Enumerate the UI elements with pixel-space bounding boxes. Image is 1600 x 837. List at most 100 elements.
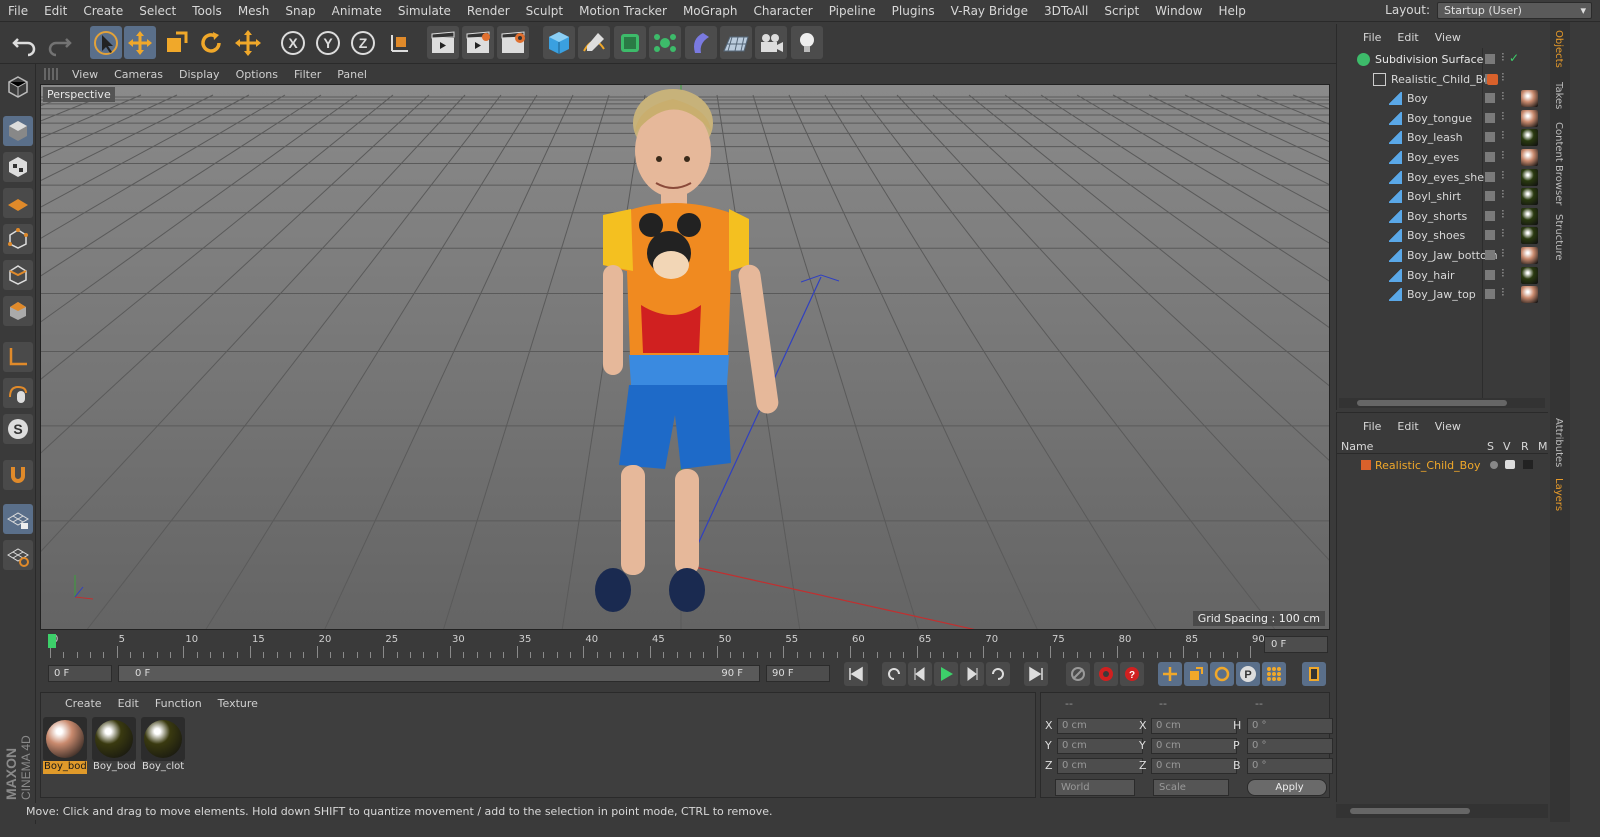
texture-mode-button[interactable] (3, 152, 33, 182)
edges-mode-button[interactable] (3, 260, 33, 290)
side-tab-objects[interactable]: Objects (1553, 30, 1564, 68)
enabled-check-icon[interactable]: ✓ (1509, 51, 1519, 65)
object-row[interactable]: Realistic_Child_Boy ⁝ (1337, 70, 1549, 89)
coord-field-position-y[interactable]: 0 cm (1057, 738, 1143, 754)
timeline-button[interactable] (1302, 662, 1326, 686)
menu-motion-tracker[interactable]: Motion Tracker (571, 0, 675, 22)
subdivision-surface-button[interactable] (614, 26, 646, 59)
material-menu-edit[interactable]: Edit (110, 697, 147, 710)
menu-mograph[interactable]: MoGraph (675, 0, 746, 22)
coord-field-size-z[interactable]: 0 cm (1151, 758, 1237, 774)
key-parameter-button[interactable]: P (1236, 662, 1260, 686)
object-row[interactable]: Boy_Jaw_top ⁝ (1337, 285, 1549, 304)
material-tag-icon[interactable] (1521, 227, 1538, 245)
autokey-button[interactable]: ? (1120, 662, 1144, 686)
visibility-toggle-icon[interactable] (1485, 269, 1495, 280)
live-selection-button[interactable] (90, 26, 122, 59)
key-pla-button[interactable] (1262, 662, 1286, 686)
object-menu-view[interactable]: View (1427, 31, 1469, 44)
points-mode-button[interactable] (3, 224, 33, 254)
next-frame-button[interactable] (960, 662, 984, 686)
viewport-menu-filter[interactable]: Filter (286, 68, 329, 81)
visibility-toggle-icon[interactable] (1485, 210, 1495, 221)
editor-render-dots-icon[interactable]: ⁝ (1501, 70, 1505, 84)
layer-render-icon[interactable] (1523, 460, 1533, 469)
viewport-menu-options[interactable]: Options (228, 68, 286, 81)
visibility-toggle-icon[interactable] (1485, 230, 1495, 241)
material-tag-icon[interactable] (1521, 286, 1538, 304)
coord-field-size-x[interactable]: 0 cm (1151, 718, 1237, 734)
object-row[interactable]: Boy_hair ⁝ (1337, 266, 1549, 285)
material-menu-texture[interactable]: Texture (210, 697, 266, 710)
layer-menu-view[interactable]: View (1427, 420, 1469, 433)
coord-field-rotation-b[interactable]: 0 ° (1247, 758, 1333, 774)
side-tab-content-browser[interactable]: Content Browser (1553, 122, 1564, 205)
editor-render-dots-icon[interactable]: ⁝ (1501, 285, 1505, 299)
camera-button[interactable] (755, 26, 787, 59)
object-row[interactable]: Boy_tongue ⁝ (1337, 109, 1549, 128)
menu-help[interactable]: Help (1210, 0, 1253, 22)
undo-button[interactable] (8, 26, 40, 59)
layer-solo-icon[interactable] (1490, 461, 1498, 469)
snap-button[interactable]: S (3, 414, 33, 444)
visibility-toggle-icon[interactable] (1485, 54, 1495, 64)
spline-pen-button[interactable] (578, 26, 610, 59)
editor-render-dots-icon[interactable]: ⁝ (1501, 207, 1505, 221)
editor-render-dots-icon[interactable]: ⁝ (1501, 50, 1505, 64)
render-picture-viewer-button[interactable] (462, 26, 494, 59)
menu-simulate[interactable]: Simulate (390, 0, 459, 22)
x-axis-lock-button[interactable]: X (277, 26, 309, 59)
editor-render-dots-icon[interactable]: ⁝ (1501, 128, 1505, 142)
visibility-toggle-icon[interactable] (1485, 112, 1495, 123)
coord-field-rotation-p[interactable]: 0 ° (1247, 738, 1333, 754)
cloner-button[interactable] (649, 26, 681, 59)
object-row[interactable]: Subdivision Surface ⁝ ✓ (1337, 50, 1549, 69)
menu-pipeline[interactable]: Pipeline (821, 0, 884, 22)
layer-menu-edit[interactable]: Edit (1389, 420, 1426, 433)
move-tool-button[interactable] (124, 26, 156, 59)
make-editable-button[interactable] (3, 72, 33, 102)
menu-snap[interactable]: Snap (277, 0, 323, 22)
redo-button[interactable] (44, 26, 76, 59)
axis-mode-button[interactable] (3, 342, 33, 372)
visibility-toggle-icon[interactable] (1485, 289, 1495, 300)
menu-create[interactable]: Create (75, 0, 131, 22)
object-row[interactable]: Boy_eyes ⁝ (1337, 148, 1549, 167)
object-row[interactable]: Boyl_shirt ⁝ (1337, 187, 1549, 206)
object-manager-scrollbar[interactable] (1339, 398, 1545, 408)
current-frame-field[interactable]: 0 F (1264, 636, 1328, 653)
start-frame-field[interactable]: 0 F (48, 665, 112, 682)
y-axis-lock-button[interactable]: Y (312, 26, 344, 59)
key-position-button[interactable] (1158, 662, 1182, 686)
editor-render-dots-icon[interactable]: ⁝ (1501, 226, 1505, 240)
render-view-button[interactable] (427, 26, 459, 59)
side-tab-structure[interactable]: Structure (1553, 214, 1564, 261)
material-tag-icon[interactable] (1521, 90, 1538, 108)
range-slider[interactable]: 0 F 90 F (118, 665, 760, 682)
viewport-menu-view[interactable]: View (64, 68, 106, 81)
go-to-start-button[interactable] (844, 662, 868, 686)
material-tag-icon[interactable] (1521, 109, 1538, 127)
menu-mesh[interactable]: Mesh (230, 0, 278, 22)
visibility-toggle-icon[interactable] (1485, 132, 1495, 143)
light-button[interactable] (791, 26, 823, 59)
magnet-button[interactable] (3, 460, 33, 490)
prev-frame-button[interactable] (908, 662, 932, 686)
menu-sculpt[interactable]: Sculpt (518, 0, 571, 22)
material-tag-icon[interactable] (1521, 207, 1538, 225)
key-rotation-button[interactable] (1210, 662, 1234, 686)
apply-button[interactable]: Apply (1247, 779, 1327, 796)
coord-field-position-x[interactable]: 0 cm (1057, 718, 1143, 734)
viewport-menu-panel[interactable]: Panel (329, 68, 375, 81)
layer-menu-file[interactable]: File (1355, 420, 1389, 433)
menu-v-ray-bridge[interactable]: V-Ray Bridge (943, 0, 1036, 22)
object-row[interactable]: Boy ⁝ (1337, 89, 1549, 108)
menu-select[interactable]: Select (131, 0, 184, 22)
object-row[interactable]: Boy_shoes ⁝ (1337, 226, 1549, 245)
material-menu-function[interactable]: Function (147, 697, 210, 710)
record-button[interactable] (1094, 662, 1118, 686)
layer-color-tag[interactable] (1487, 73, 1498, 85)
object-row[interactable]: Boy_Jaw_bottom ⁝ (1337, 246, 1549, 265)
object-menu-edit[interactable]: Edit (1389, 31, 1426, 44)
render-settings-button[interactable] (497, 26, 529, 59)
